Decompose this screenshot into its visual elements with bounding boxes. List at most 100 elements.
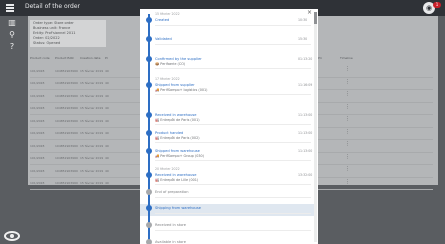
col-pr[interactable]: Pr bbox=[105, 56, 130, 65]
event-label: Shipping from warehouse bbox=[155, 206, 201, 210]
table-cell: 40 bbox=[105, 68, 109, 73]
page-title: Detail of the order bbox=[25, 3, 81, 10]
more-options-icon[interactable]: ⋮ bbox=[345, 67, 350, 72]
table-cell: 40 bbox=[105, 106, 109, 111]
table-cell: 15 février 2019 bbox=[80, 131, 104, 136]
event-location: 🏭 Entrepôt de Lille (001) bbox=[155, 178, 199, 182]
order-info-line: Order type: Store order bbox=[33, 21, 74, 25]
order-info-line: Business unit: France bbox=[33, 26, 71, 30]
search-icon[interactable]: ⚲ bbox=[7, 30, 17, 40]
event-label: Validated bbox=[155, 37, 172, 41]
table-cell: 15 février 2019 bbox=[80, 93, 104, 98]
event-label: End of preparation bbox=[155, 190, 189, 194]
event-label: Product handed bbox=[155, 131, 184, 135]
table-cell: 15 février 2019 bbox=[80, 181, 104, 186]
table-cell: 15 février 2019 bbox=[80, 156, 104, 161]
table-cell: 104851903960 bbox=[55, 68, 78, 73]
table-cell: 15 février 2019 bbox=[80, 68, 104, 73]
eye-icon[interactable] bbox=[4, 231, 20, 241]
event-time: 11:16:09 bbox=[298, 83, 313, 87]
table-row-right: ⋮ bbox=[318, 165, 433, 178]
more-options-icon[interactable]: ⋮ bbox=[345, 79, 350, 85]
col-product-code[interactable]: Product code bbox=[30, 56, 55, 65]
table-cell: 15 février 2019 bbox=[80, 143, 104, 148]
scrollbar[interactable] bbox=[314, 12, 317, 242]
event-dot bbox=[146, 17, 152, 23]
event-label: Shipped from warehouse bbox=[155, 149, 200, 153]
table-row[interactable]: 101/2028 104851903960 15 février 2019 40 bbox=[30, 103, 140, 115]
event-time: 13:32:00 bbox=[298, 173, 313, 177]
more-options-icon[interactable]: ⋮ bbox=[345, 117, 350, 122]
table-row-right: ⋮ bbox=[318, 78, 433, 90]
table-cell: 40 bbox=[105, 81, 109, 86]
table-row[interactable]: 101/2028 104851903960 15 février 2019 40 bbox=[30, 115, 140, 128]
event-separator bbox=[155, 44, 311, 45]
more-options-icon[interactable]: ⋮ bbox=[345, 104, 350, 110]
event-location: 🚚 PerifSampo+ logistics (001) bbox=[155, 88, 208, 92]
table-row[interactable]: 101/2028 104851903960 15 février 2019 40 bbox=[30, 78, 140, 90]
order-info-line: Entity: Prof'sionnel 2011 bbox=[33, 31, 76, 35]
table-row[interactable]: 101/2028 104851903960 15 février 2019 40 bbox=[30, 153, 140, 165]
event-separator bbox=[155, 160, 311, 161]
event-separator bbox=[155, 184, 311, 185]
more-options-icon[interactable]: ⋮ bbox=[345, 179, 350, 185]
table-cell: 101/2028 bbox=[30, 106, 45, 111]
table-row[interactable]: 101/2028 104851903960 15 février 2019 40 bbox=[30, 178, 140, 190]
event-dot bbox=[146, 82, 152, 88]
col-creation-date[interactable]: Creation date bbox=[80, 56, 105, 65]
more-options-icon[interactable]: ⋮ bbox=[345, 167, 350, 172]
table-row-right: ⋮ bbox=[318, 90, 433, 103]
scrollbar-thumb[interactable] bbox=[314, 12, 317, 24]
col-pri: Pri bbox=[318, 56, 322, 60]
table-cell: 101/2028 bbox=[30, 68, 45, 73]
col-timeline: Timeline bbox=[340, 56, 353, 60]
table-row-right: ⋮ bbox=[318, 140, 433, 153]
table-header: Product code Product EAN Creation date P… bbox=[30, 56, 140, 65]
event-dot bbox=[146, 172, 152, 178]
menu-icon[interactable] bbox=[5, 3, 15, 13]
table-row-right: ⋮ bbox=[318, 115, 433, 128]
table-cell: 15 février 2019 bbox=[80, 81, 104, 86]
event-dot bbox=[146, 130, 152, 136]
chart-icon[interactable]: ▥ bbox=[7, 18, 17, 28]
col-product-ean[interactable]: Product EAN bbox=[55, 56, 80, 65]
event-location: 🏭 Entrepôt de Paris (002) bbox=[155, 136, 200, 140]
table-row-right: ⋮ bbox=[318, 103, 433, 115]
event-dot bbox=[146, 222, 152, 228]
table-row[interactable]: 101/2028 104851903960 15 février 2019 40 bbox=[30, 128, 140, 140]
order-info-line: Status: Opened bbox=[33, 41, 61, 45]
table-row-right: ⋮ bbox=[318, 178, 433, 190]
event-label: Received in warehouse bbox=[155, 173, 197, 177]
more-options-icon[interactable]: ⋮ bbox=[345, 154, 350, 160]
table-cell: 101/2028 bbox=[30, 118, 45, 123]
table-row[interactable]: 101/2028 104851903960 15 février 2019 40 bbox=[30, 65, 140, 78]
event-location: 📦 Perifaerie (CO) bbox=[155, 62, 186, 66]
timeline-modal: × 15 février 2022 Created 10:30 Validated 15… bbox=[140, 9, 318, 244]
event-dot bbox=[146, 239, 152, 244]
table-cell: 104851903960 bbox=[55, 181, 78, 186]
table-row[interactable]: 101/2028 104851903960 15 février 2019 40 bbox=[30, 140, 140, 153]
table-row[interactable]: 101/2028 104851903960 15 février 2019 40 bbox=[30, 165, 140, 178]
table-row[interactable]: 101/2028 104851903960 15 février 2019 40 bbox=[30, 90, 140, 103]
close-icon[interactable]: × bbox=[307, 9, 312, 16]
table-cell: 40 bbox=[105, 168, 109, 173]
event-time: 01:13:20 bbox=[298, 57, 313, 61]
event-dot bbox=[146, 112, 152, 118]
event-location: 🚚 PerifSampo+ Group (030) bbox=[155, 154, 205, 158]
table-header-right: Pri Timeline bbox=[318, 56, 433, 65]
help-icon[interactable]: ? bbox=[7, 42, 17, 52]
more-options-icon[interactable]: ⋮ bbox=[345, 142, 350, 147]
more-options-icon[interactable]: ⋮ bbox=[345, 129, 350, 135]
table-cell: 104851903960 bbox=[55, 168, 78, 173]
event-label: Received in warehouse bbox=[155, 113, 197, 117]
event-separator bbox=[155, 213, 311, 214]
table-cell: 101/2028 bbox=[30, 93, 45, 98]
event-label: Received in store bbox=[155, 223, 187, 227]
notification-badge: 1 bbox=[433, 2, 441, 8]
event-dot bbox=[146, 205, 152, 211]
event-label: Available in store bbox=[155, 240, 186, 244]
event-date: 15 février 2022 bbox=[155, 12, 180, 16]
table-cell: 40 bbox=[105, 156, 109, 161]
more-options-icon[interactable]: ⋮ bbox=[345, 92, 350, 97]
table-cell: 101/2028 bbox=[30, 81, 45, 86]
